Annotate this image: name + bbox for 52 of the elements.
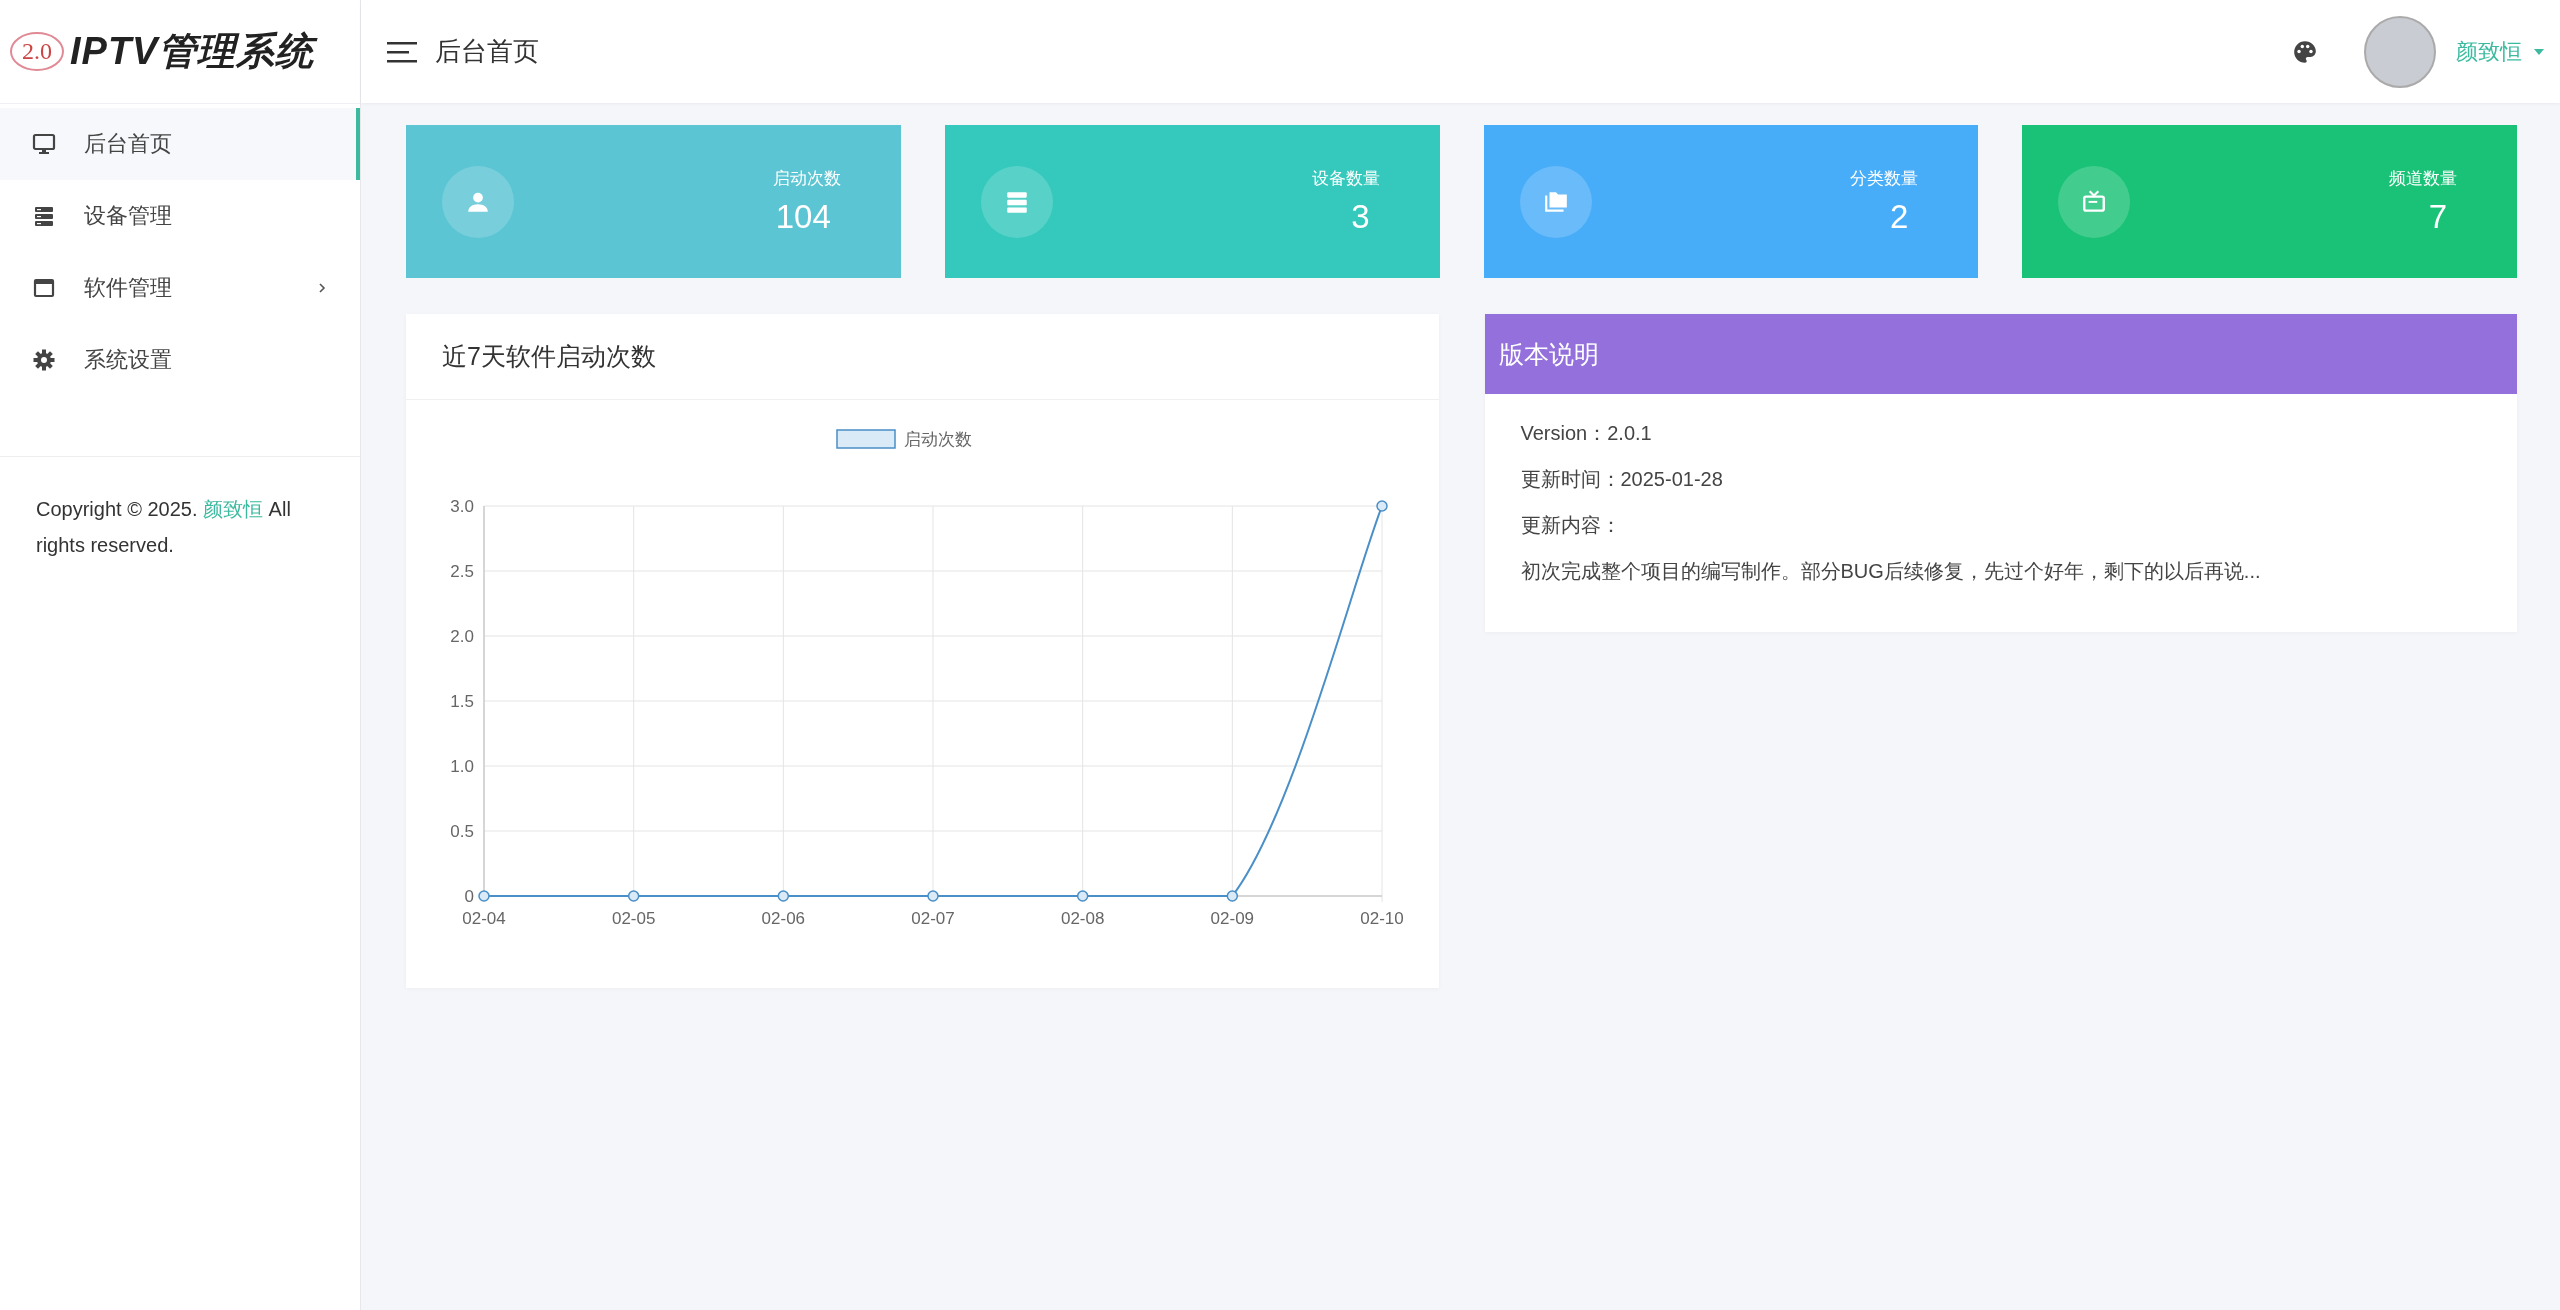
stat-label: 频道数量 — [2389, 168, 2457, 190]
stat-label: 设备数量 — [1311, 168, 1380, 190]
version-text: 更新内容： — [1520, 513, 1622, 538]
stat-value: 3 — [1351, 198, 1370, 236]
x-tick-label: 02-10 — [1360, 909, 1404, 928]
y-tick-label: 1.0 — [450, 757, 474, 776]
nav-item[interactable]: 软件管理 — [0, 252, 360, 324]
card-title: 近7天软件启动次数 — [406, 314, 1439, 400]
stat-value: 2 — [1889, 198, 1909, 236]
settings-icon — [32, 348, 56, 372]
stat-label: 分类数量 — [1850, 168, 1919, 190]
page-title: 后台首页 — [435, 35, 539, 68]
nav-item[interactable]: 设备管理 — [0, 180, 360, 252]
legend-item[interactable]: 启动次数 — [836, 429, 972, 449]
data-point — [1376, 500, 1388, 512]
x-tick-label: 02-08 — [1060, 909, 1105, 928]
copyright-text: Copyright © 2025. 颜致恒 All rights reserved. — [36, 497, 292, 558]
x-tick-label: 02-05 — [611, 909, 656, 928]
x-tick-label: 02-06 — [761, 909, 806, 928]
version-text: 初次完成整个项目的编写制作。部分BUG后续修复，先过个好年，剩下的以后再说... — [1520, 559, 2262, 584]
nav-item[interactable]: 后台首页 — [0, 108, 360, 180]
data-point — [1076, 890, 1089, 902]
nav-item[interactable]: 系统设置 — [0, 324, 360, 396]
data-point — [478, 890, 490, 902]
data-point — [627, 890, 640, 902]
tv-icon — [2081, 188, 2108, 215]
data-point — [777, 890, 790, 902]
server-icon — [32, 204, 56, 228]
data-point — [927, 890, 939, 902]
legend-label: 启动次数 — [904, 430, 972, 449]
data-point — [1226, 890, 1239, 902]
y-tick-label: 1.5 — [450, 692, 474, 711]
y-tick-label: 3.0 — [450, 497, 474, 516]
x-tick-label: 02-04 — [462, 909, 506, 928]
y-tick-label: 2.0 — [450, 627, 474, 646]
y-tick-label: 0.5 — [450, 822, 474, 841]
monitor-icon — [32, 132, 56, 156]
logo-badge: 2.0 — [10, 32, 64, 71]
palette-icon[interactable] — [2292, 38, 2318, 65]
y-tick-label: 2.5 — [450, 562, 474, 581]
y-tick-label: 0 — [464, 887, 474, 906]
version-text: 更新时间：2025-01-28 — [1520, 467, 1724, 492]
menu-icon[interactable] — [387, 40, 417, 63]
stat-label: 启动次数 — [772, 168, 841, 190]
stat-value: 7 — [2428, 198, 2447, 236]
x-tick-label: 02-07 — [911, 909, 955, 928]
version-text: Version：2.0.1 — [1520, 421, 1653, 446]
card-header: 版本说明 — [1484, 314, 2517, 394]
caret-icon — [2534, 48, 2544, 55]
x-tick-label: 02-09 — [1210, 909, 1255, 928]
stat-value: 104 — [775, 198, 831, 236]
window-icon — [32, 276, 56, 300]
